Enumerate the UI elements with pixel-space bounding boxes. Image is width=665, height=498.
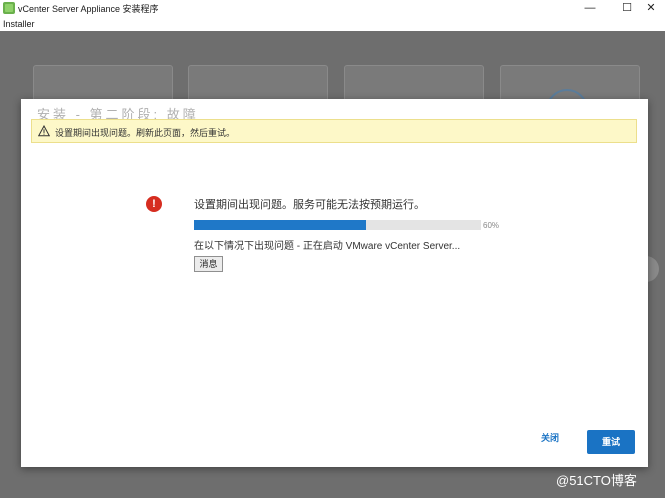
menu-bar: Installer <box>0 17 665 31</box>
progress-percent: 60% <box>483 221 500 230</box>
error-dialog: 安装 - 第二阶段: 故障 设置期间出现问题。刷新此页面，然后重试。 ! 设置期… <box>21 99 648 467</box>
progress-fill <box>194 220 367 230</box>
status-message: 在以下情况下出现问题 - 正在启动 VMware vCenter Server.… <box>194 241 461 252</box>
watermark: @51CTO博客 <box>556 473 637 488</box>
window-title: vCenter Server Appliance 安装程序 <box>18 4 159 14</box>
warning-banner-text: 设置期间出现问题。刷新此页面，然后重试。 <box>55 128 236 138</box>
minimize-button[interactable]: — <box>575 0 605 17</box>
retry-button[interactable]: 重试 <box>587 430 635 454</box>
progress-bar <box>194 220 481 230</box>
window-titlebar: vCenter Server Appliance 安装程序 — ☐ ✕ <box>0 0 665 17</box>
warning-triangle-icon <box>38 125 50 137</box>
vsphere-app-icon <box>3 2 15 14</box>
close-button[interactable]: 关闭 <box>541 431 559 444</box>
messages-button[interactable]: 消息 <box>194 256 223 272</box>
error-exclamation-icon: ! <box>146 196 162 212</box>
error-headline: 设置期间出现问题。服务可能无法按预期运行。 <box>194 199 425 211</box>
window-close-button[interactable]: ✕ <box>636 0 665 17</box>
menu-installer[interactable]: Installer <box>3 19 35 29</box>
warning-banner: 设置期间出现问题。刷新此页面，然后重试。 <box>31 119 637 143</box>
